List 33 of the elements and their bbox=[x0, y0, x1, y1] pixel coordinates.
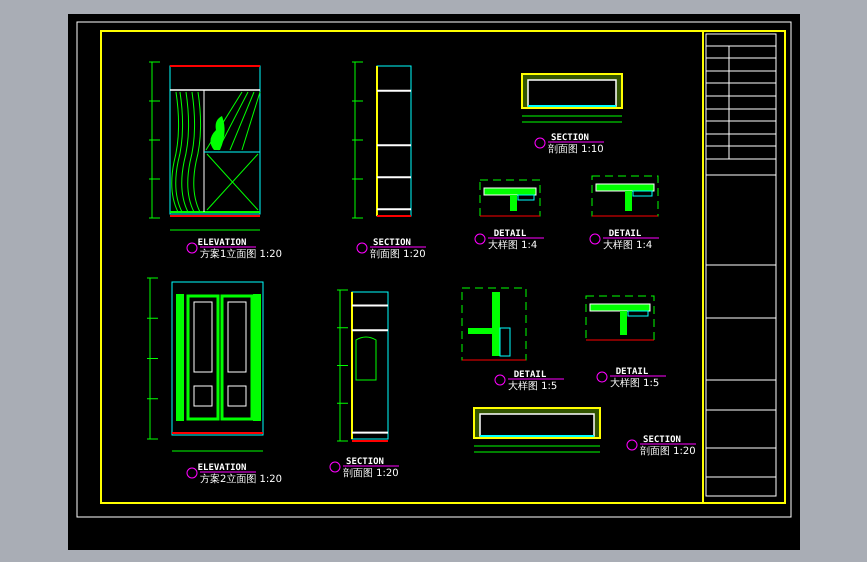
joint-detail-drawing bbox=[586, 296, 654, 340]
view-title: 剖面图 1:10 bbox=[548, 144, 604, 155]
joint-detail-drawing bbox=[480, 180, 540, 216]
view-heading: SECTION bbox=[373, 238, 411, 248]
view-marker-icon bbox=[186, 242, 198, 254]
view-marker-icon bbox=[330, 462, 340, 472]
view-heading: DETAIL bbox=[514, 370, 546, 380]
view-marker-icon bbox=[356, 242, 368, 254]
view-title: 大样图 1:5 bbox=[508, 381, 558, 392]
view-heading: ELEVATION bbox=[198, 463, 246, 473]
view-title: 大样图 1:4 bbox=[488, 240, 538, 251]
view-marker-icon bbox=[626, 440, 638, 450]
view-marker-icon bbox=[534, 138, 546, 148]
view-title: 大样图 1:5 bbox=[610, 378, 660, 389]
view-heading: DETAIL bbox=[494, 229, 526, 239]
view-title: 方案2立面图 1:20 bbox=[200, 474, 282, 485]
view-heading: SECTION bbox=[643, 435, 681, 445]
view-heading: DETAIL bbox=[608, 229, 642, 239]
view-heading: SECTION bbox=[551, 133, 589, 143]
view-title: 剖面图 1:20 bbox=[370, 249, 426, 260]
view-title: 剖面图 1:20 bbox=[640, 446, 696, 457]
view-title: 方案1立面图 1:20 bbox=[200, 249, 282, 260]
joint-detail-drawing bbox=[592, 176, 658, 216]
view-marker-icon bbox=[474, 234, 486, 244]
view-marker-icon bbox=[596, 372, 608, 382]
view-marker-icon bbox=[590, 234, 600, 244]
view-title: 大样图 1:4 bbox=[603, 240, 652, 251]
view-marker-icon bbox=[494, 374, 506, 386]
view-title: 剖面图 1:20 bbox=[343, 468, 399, 479]
view-heading: SECTION bbox=[346, 457, 384, 467]
view-heading: ELEVATION bbox=[198, 238, 246, 248]
view-marker-icon bbox=[186, 468, 198, 478]
view-heading: DETAIL bbox=[616, 367, 648, 377]
